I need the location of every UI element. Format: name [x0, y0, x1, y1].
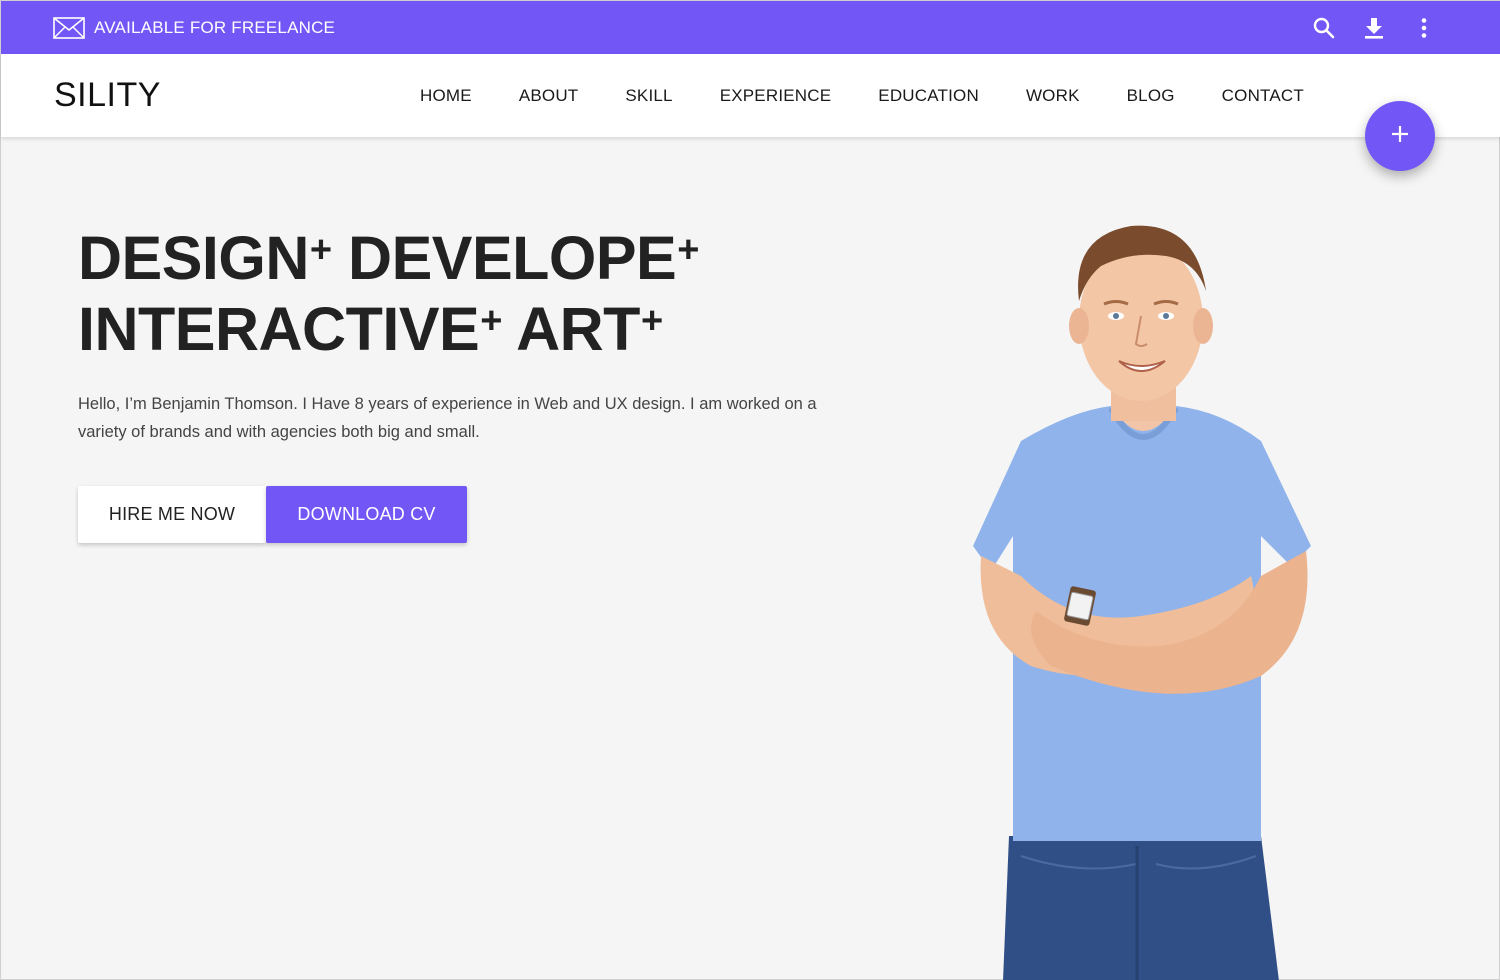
- hero-intro: Hello, I’m Benjamin Thomson. I Have 8 ye…: [78, 395, 817, 441]
- plus-mark: +: [677, 229, 699, 271]
- nav-experience[interactable]: EXPERIENCE: [720, 86, 832, 106]
- plus-mark: +: [640, 300, 663, 342]
- freelance-status: AVAILABLE FOR FREELANCE: [53, 1, 335, 54]
- more-vert-icon[interactable]: [1413, 17, 1435, 39]
- main-nav: HOME ABOUT SKILL EXPERIENCE EDUCATION WO…: [420, 54, 1351, 137]
- nav-skill[interactable]: SKILL: [625, 86, 672, 106]
- floating-add-button[interactable]: [1365, 101, 1435, 171]
- top-bar: AVAILABLE FOR FREELANCE: [1, 1, 1500, 54]
- search-icon[interactable]: [1313, 17, 1335, 39]
- headline-word-art: ART: [516, 295, 640, 363]
- headline-word-design: DESIGN: [78, 224, 309, 292]
- site-logo[interactable]: SILITY: [54, 76, 161, 115]
- download-cv-button[interactable]: DOWNLOAD CV: [266, 486, 467, 543]
- mail-icon: [53, 16, 85, 39]
- main-navbar: SILITY HOME ABOUT SKILL EXPERIENCE EDUCA…: [1, 54, 1500, 137]
- nav-work[interactable]: WORK: [1026, 86, 1080, 106]
- hire-me-button[interactable]: HIRE ME NOW: [78, 486, 266, 543]
- nav-blog[interactable]: BLOG: [1127, 86, 1175, 106]
- person-photo: [961, 216, 1331, 980]
- plus-icon: [1389, 123, 1411, 150]
- nav-about[interactable]: ABOUT: [519, 86, 579, 106]
- download-icon[interactable]: [1363, 17, 1385, 39]
- headline-word-develope: DEVELOPE: [348, 224, 677, 292]
- nav-home[interactable]: HOME: [420, 86, 472, 106]
- freelance-status-text: AVAILABLE FOR FREELANCE: [94, 17, 336, 37]
- plus-mark: +: [309, 229, 332, 271]
- hero-headline: DESIGN+ DEVELOPE+ INTERACTIVE+ ART+: [78, 223, 838, 365]
- headline-word-interactive: INTERACTIVE: [78, 295, 480, 363]
- nav-contact[interactable]: CONTACT: [1222, 86, 1304, 106]
- plus-mark: +: [480, 300, 502, 342]
- nav-education[interactable]: EDUCATION: [878, 86, 979, 106]
